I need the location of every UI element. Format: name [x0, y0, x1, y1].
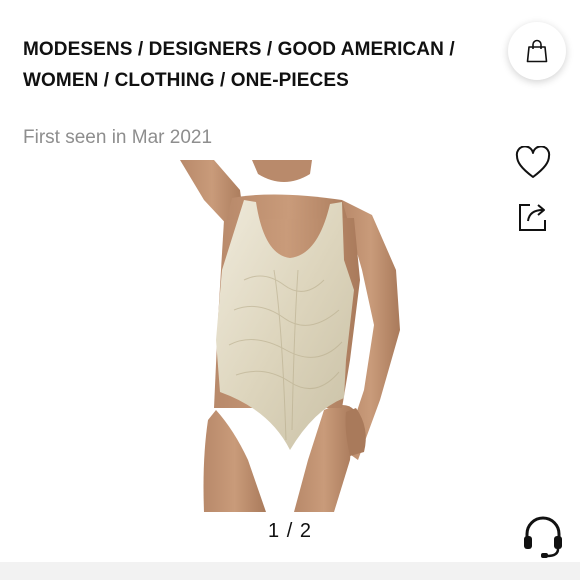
breadcrumb-line-1[interactable]: MODESENS / DESIGNERS / GOOD AMERICAN / [23, 34, 513, 65]
share-icon[interactable] [517, 199, 551, 233]
image-pager: 1 / 2 [268, 520, 312, 542]
shopping-bag-icon [526, 39, 548, 63]
headset-icon[interactable] [521, 514, 565, 560]
heart-icon[interactable] [515, 146, 551, 180]
swimsuit-model-illustration [180, 160, 400, 512]
shopping-bag-button[interactable] [508, 22, 566, 80]
first-seen-text: First seen in Mar 2021 [23, 127, 213, 148]
bottom-bar [0, 562, 580, 580]
breadcrumb-line-2[interactable]: WOMEN / CLOTHING / ONE-PIECES [23, 65, 513, 96]
breadcrumb: MODESENS / DESIGNERS / GOOD AMERICAN / W… [23, 34, 513, 96]
product-image[interactable] [174, 160, 407, 512]
